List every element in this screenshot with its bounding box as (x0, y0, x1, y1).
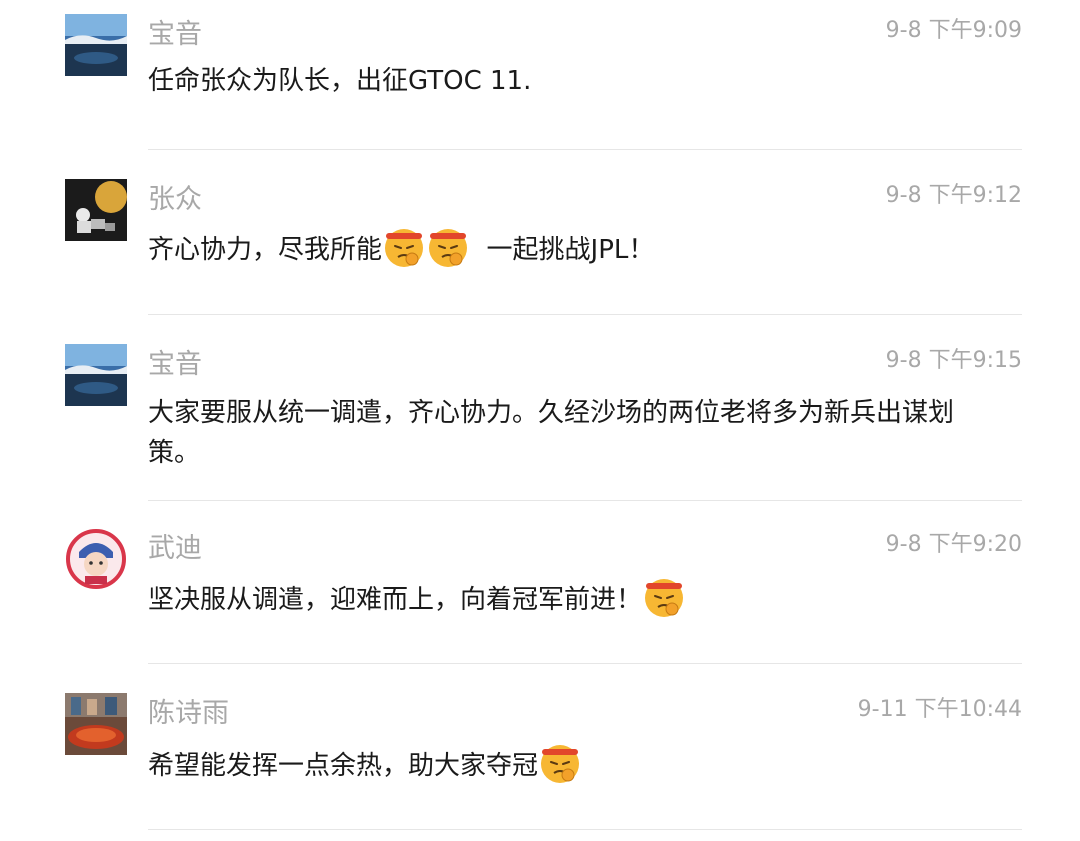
avatar[interactable] (65, 528, 127, 590)
avatar[interactable] (65, 179, 127, 241)
message-text: 大家要服从统一调遣，齐心协力。久经沙场的两位老将多为新兵出谋划策。 (148, 393, 968, 473)
message-text-part: 任命张众为队长，出征GTOC 11. (148, 66, 532, 96)
food-photo-avatar (65, 693, 127, 755)
avatar[interactable] (65, 693, 127, 755)
timestamp: 9-8 下午9:09 (885, 18, 1022, 43)
message-text-part: 齐心协力，尽我所能 (148, 235, 383, 265)
landscape-avatar (65, 344, 127, 406)
message-text-part: 希望能发挥一点余热，助大家夺冠 (148, 751, 539, 781)
username[interactable]: 宝音 (148, 348, 202, 382)
landscape-avatar (65, 14, 127, 76)
message-text: 希望能发挥一点余热，助大家夺冠 (148, 744, 968, 786)
username[interactable]: 张众 (148, 183, 202, 217)
cartoon-avatar (65, 528, 127, 590)
fighting-emoji-icon (382, 226, 426, 270)
divider (148, 663, 1022, 664)
timestamp: 9-8 下午9:12 (885, 183, 1022, 208)
fighting-emoji-icon (642, 576, 686, 620)
timestamp: 9-8 下午9:20 (885, 532, 1022, 557)
timestamp: 9-8 下午9:15 (885, 348, 1022, 373)
message-text: 任命张众为队长，出征GTOC 11. (148, 61, 968, 101)
divider (148, 500, 1022, 501)
username[interactable]: 武迪 (148, 532, 202, 566)
timestamp: 9-11 下午10:44 (857, 697, 1022, 722)
fighting-emoji-icon (426, 226, 470, 270)
fighting-emoji-icon (538, 742, 582, 786)
divider (148, 829, 1022, 830)
username[interactable]: 陈诗雨 (148, 697, 229, 731)
message-text: 齐心协力，尽我所能 一起挑战JPL！ (148, 228, 968, 270)
message-text-part: 一起挑战JPL！ (470, 235, 655, 265)
avatar[interactable] (65, 14, 127, 76)
divider (148, 149, 1022, 150)
astronaut-moon-avatar (65, 179, 127, 241)
avatar[interactable] (65, 344, 127, 406)
message-text-part: 大家要服从统一调遣，齐心协力。久经沙场的两位老将多为新兵出谋划策。 (148, 398, 955, 468)
username[interactable]: 宝音 (148, 18, 202, 52)
message-text-part: 坚决服从调遣，迎难而上，向着冠军前进！ (148, 585, 643, 615)
divider (148, 314, 1022, 315)
message-text: 坚决服从调遣，迎难而上，向着冠军前进！ (148, 578, 968, 620)
